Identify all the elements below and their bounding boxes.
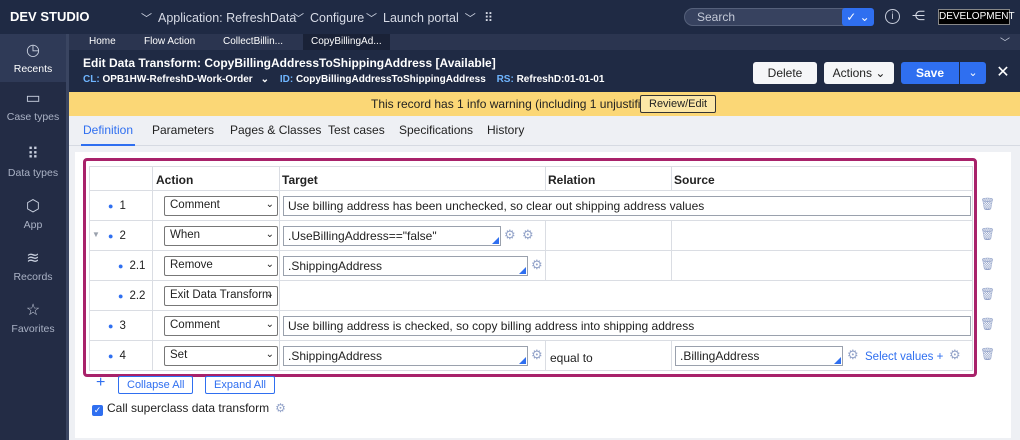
chevron-down-icon[interactable]: ⌄ <box>261 74 269 85</box>
doc-tab-collect-billing[interactable]: CollectBillin... <box>223 34 283 50</box>
close-icon[interactable]: ✕ <box>993 62 1013 84</box>
hierarchy-icon[interactable]: ⋲ <box>912 8 925 24</box>
nav-item-favorites[interactable]: ☆ Favorites <box>0 300 66 335</box>
record-header: Edit Data Transform: CopyBillingAddressT… <box>69 50 1020 92</box>
warning-bar: This record has 1 info warning (includin… <box>69 92 1020 116</box>
delete-row-icon[interactable]: 🗑 <box>980 257 995 271</box>
doc-tab-copy-billing[interactable]: CopyBillingAd... <box>303 34 390 50</box>
nav-item-records[interactable]: ≋ Records <box>0 248 66 283</box>
tab-parameters[interactable]: Parameters <box>152 123 214 137</box>
tab-pages-classes[interactable]: Pages & Classes <box>230 123 321 137</box>
environment-badge: DEVELOPMENT <box>938 9 1015 25</box>
add-step-icon[interactable]: + <box>96 374 105 392</box>
left-navigation: ◷ Recents ▭ Case types ⠿ Data types ⬡ Ap… <box>0 34 66 440</box>
checkmark-dropdown-button[interactable]: ✓ ⌄ <box>842 8 874 26</box>
nav-item-recents[interactable]: ◷ Recents <box>0 34 66 82</box>
clock-icon: ◷ <box>26 42 40 59</box>
actions-button[interactable]: Actions ⌄ <box>824 62 894 84</box>
warning-message: This record has 1 info warning (includin… <box>371 97 658 111</box>
search-input[interactable]: Search ⌕ <box>684 8 868 26</box>
app-grid-icon[interactable]: ⠿ <box>484 10 493 25</box>
configure-menu[interactable]: ﹀ Configure <box>287 10 364 26</box>
document-tabs: Home Flow Action CollectBillin... CopyBi… <box>69 34 1020 50</box>
page-tabs: Definition Parameters Pages & Classes Te… <box>69 116 1020 146</box>
collapse-all-button[interactable]: Collapse All <box>118 376 194 394</box>
layers-icon: ≋ <box>26 250 40 267</box>
launch-portal-menu[interactable]: ﹀ Launch portal ﹀ <box>360 10 482 26</box>
class-value[interactable]: OPB1HW-RefreshD-Work-Order <box>102 74 252 85</box>
case-icon: ▭ <box>25 90 41 107</box>
tab-test-cases[interactable]: Test cases <box>328 123 385 137</box>
grid-icon: ⠿ <box>27 146 39 163</box>
save-button[interactable]: Save <box>901 62 959 84</box>
save-options-button[interactable]: ⌄ <box>960 62 986 84</box>
chevron-down-icon: ﹀ <box>464 13 476 25</box>
ruleset-value: RefreshD:01-01-01 <box>516 74 605 85</box>
expand-all-button[interactable]: Expand All <box>205 376 275 394</box>
application-menu[interactable]: ﹀ Application: RefreshData <box>135 10 296 26</box>
nav-item-case-types[interactable]: ▭ Case types <box>0 88 66 123</box>
delete-row-icon[interactable]: 🗑 <box>980 287 995 301</box>
delete-row-icon[interactable]: 🗑 <box>980 347 995 361</box>
gear-icon[interactable]: ⚙ <box>275 401 286 415</box>
chevron-down-icon: ﹀ <box>366 13 377 25</box>
superclass-checkbox[interactable]: ✓ <box>92 405 103 416</box>
top-bar: DEV STUDIO ﹀ Application: RefreshData ﹀ Co… <box>0 0 1020 34</box>
nav-item-data-types[interactable]: ⠿ Data types <box>0 144 66 179</box>
delete-button[interactable]: Delete <box>753 62 817 84</box>
delete-row-icon[interactable]: 🗑 <box>980 227 995 241</box>
tab-history[interactable]: History <box>487 123 524 137</box>
cube-icon: ⬡ <box>26 198 40 215</box>
doc-tab-home[interactable]: Home <box>89 34 116 50</box>
superclass-label: Call superclass data transform <box>107 401 270 415</box>
star-icon: ☆ <box>25 302 41 319</box>
nav-item-app[interactable]: ⬡ App <box>0 196 66 231</box>
tab-specifications[interactable]: Specifications <box>399 123 473 137</box>
review-edit-button[interactable]: Review/Edit <box>640 95 717 113</box>
delete-row-icon[interactable]: 🗑 <box>980 317 995 331</box>
id-value: CopyBillingAddressToShippingAddress <box>295 74 486 85</box>
chevron-down-icon: ⌄ <box>875 66 886 80</box>
record-meta: CL: OPB1HW-RefreshD-Work-Order ⌄ ID: Copy… <box>83 74 605 85</box>
superclass-option: ✓ Call superclass data transform ⚙ <box>92 401 286 416</box>
chevron-down-icon: ﹀ <box>141 13 152 25</box>
delete-row-icon[interactable]: 🗑 <box>980 197 995 211</box>
chevron-down-icon: ﹀ <box>293 13 304 25</box>
doc-tab-flow-action[interactable]: Flow Action <box>144 34 195 50</box>
annotation-highlight-box <box>83 158 977 377</box>
studio-brand: DEV STUDIO <box>10 9 90 24</box>
info-icon[interactable]: i <box>885 9 900 24</box>
tab-definition[interactable]: Definition <box>80 123 136 146</box>
record-title: Edit Data Transform: CopyBillingAddressT… <box>83 56 496 70</box>
chevron-down-icon[interactable]: ﹀ <box>1000 34 1010 49</box>
